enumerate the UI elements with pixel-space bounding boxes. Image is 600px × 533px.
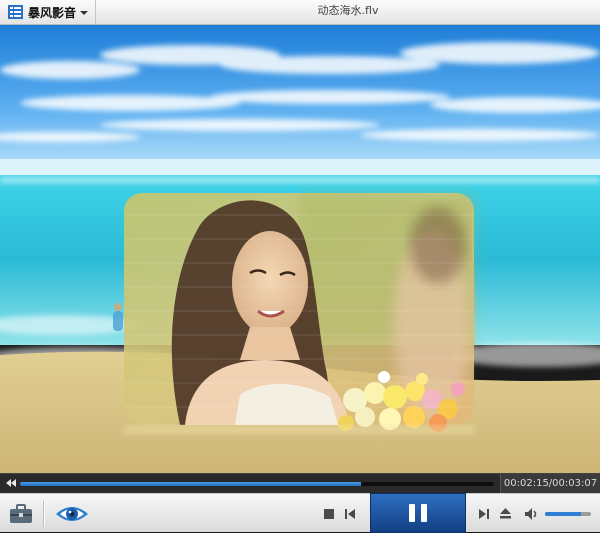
seek-bar: 00:02:15/00:03:07 — [0, 473, 600, 493]
video-content — [0, 25, 600, 473]
control-divider — [43, 501, 45, 527]
previous-icon[interactable] — [344, 508, 356, 520]
pause-icon-bar — [421, 504, 427, 522]
video-frame[interactable] — [0, 25, 600, 473]
volume-fill — [545, 512, 581, 516]
title-bar: 暴风影音 动态海水.flv — [0, 0, 600, 25]
rewind-icon[interactable] — [4, 477, 18, 489]
app-menu-button[interactable]: 暴风影音 — [0, 0, 96, 24]
speaker-icon[interactable] — [524, 507, 540, 521]
eject-icon[interactable] — [499, 507, 512, 520]
toolbox-icon[interactable] — [9, 504, 33, 524]
progress-fill — [20, 482, 362, 486]
list-logo-icon — [8, 5, 23, 19]
time-display: 00:02:15/00:03:07 — [500, 474, 600, 493]
caret-down-icon — [80, 11, 89, 15]
eye-icon[interactable] — [54, 503, 90, 525]
pause-icon — [409, 504, 415, 522]
window-title: 动态海水.flv — [317, 4, 379, 17]
pause-button[interactable] — [370, 493, 466, 533]
brand-name: 暴风影音 — [28, 5, 77, 20]
volume-slider[interactable] — [545, 512, 591, 516]
progress-track[interactable] — [20, 482, 494, 486]
control-bar — [0, 493, 600, 533]
stop-icon[interactable] — [323, 508, 335, 520]
next-icon[interactable] — [478, 508, 490, 520]
photo-overlay — [124, 193, 474, 435]
